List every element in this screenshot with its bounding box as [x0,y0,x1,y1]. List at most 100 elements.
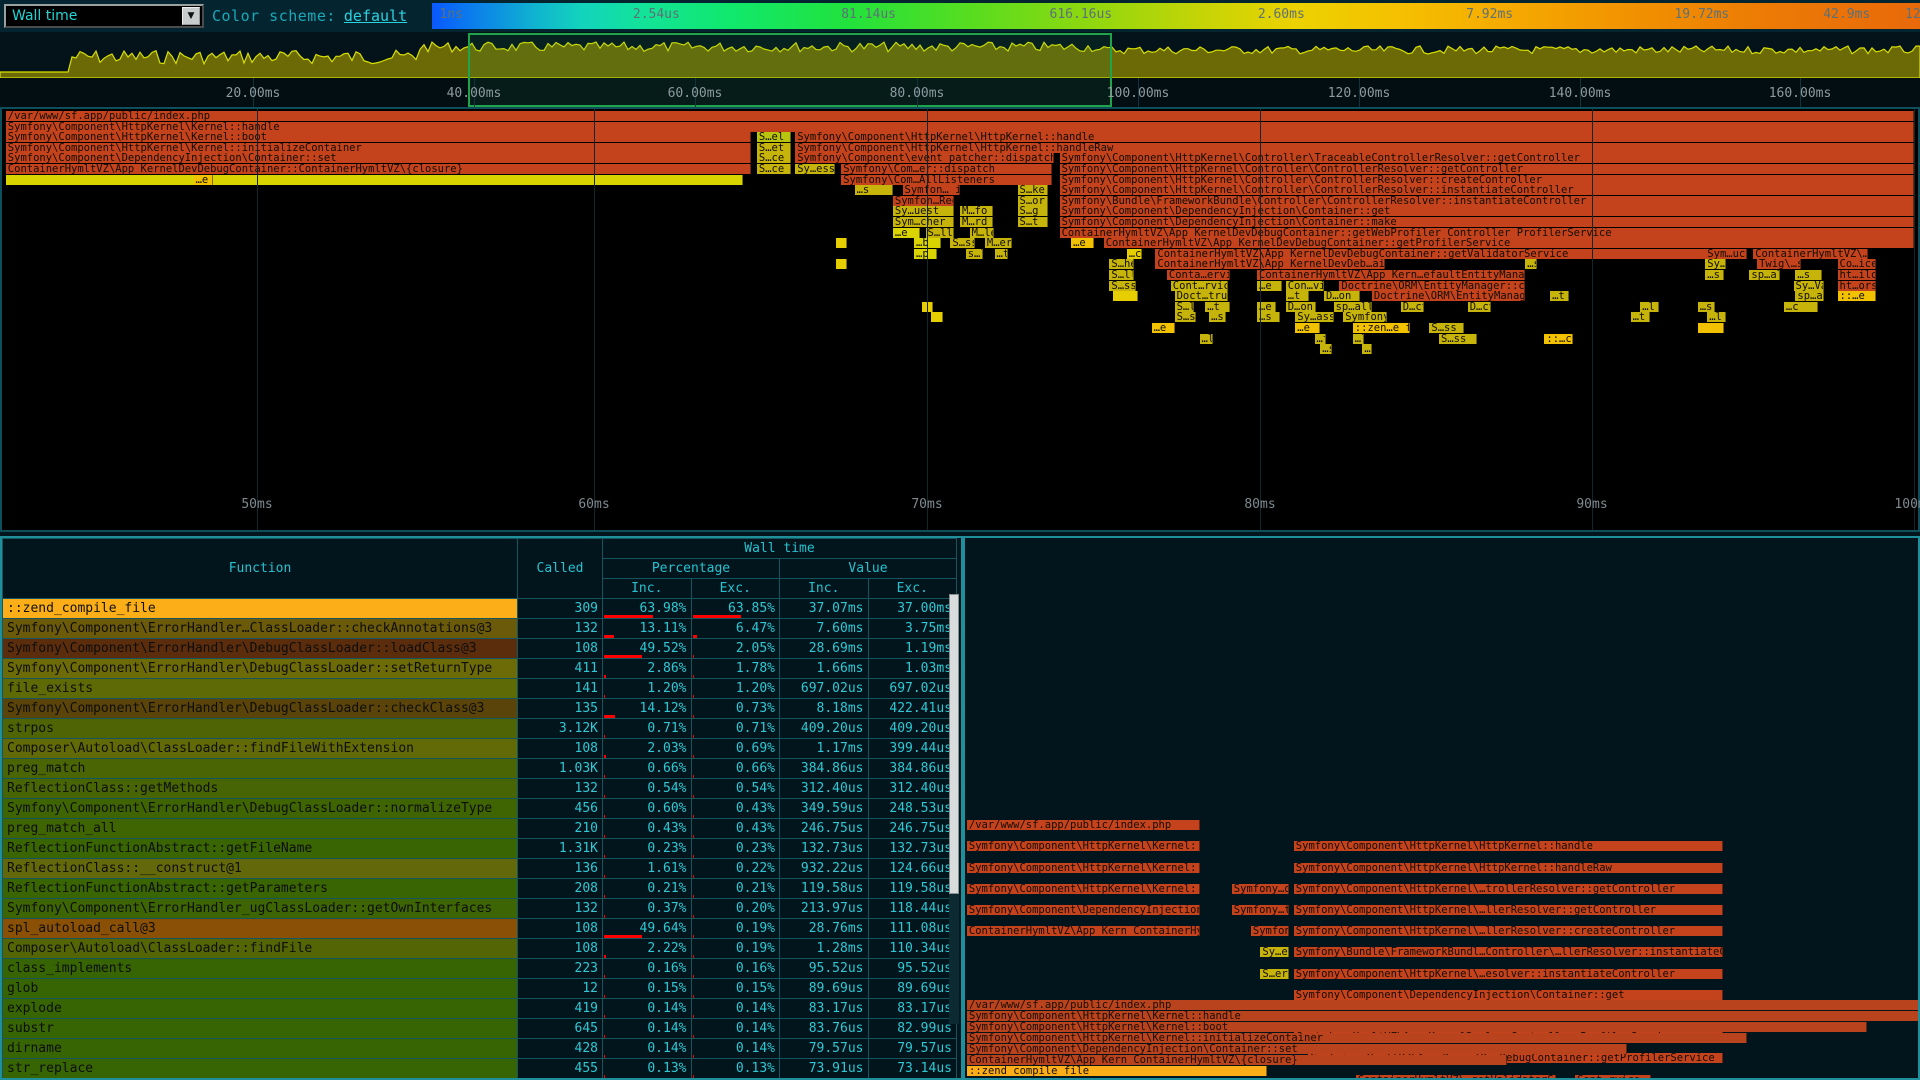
flame-frame[interactable]: …e [194,175,213,185]
th-percentage-inc[interactable]: Inc. [603,579,692,599]
flame-frame[interactable]: S…t [1018,217,1049,227]
flame-frame[interactable] [836,259,848,269]
flame-frame[interactable]: Con…vice [1286,281,1324,291]
selected-flame-frame[interactable]: Symfony\Component\HttpKernel\HttpKernel:… [1294,863,1723,873]
flame-frame[interactable]: Symfony\Bundle\FrameworkBundle\Controlle… [1060,196,1915,206]
table-row[interactable]: ReflectionClass::getMethods1320.54%0.54%… [3,779,957,799]
th-percentage-exc[interactable]: Exc. [691,579,780,599]
flame-frame[interactable]: D…ct [1401,302,1424,312]
table-row[interactable]: Symfony\Component\ErrorHandler\DebugClas… [3,639,957,659]
flame-frame[interactable]: sp…all [1795,291,1824,301]
flame-frame[interactable]: Sym…cher [893,217,954,227]
cell-function[interactable]: ReflectionClass::__construct@1 [3,859,518,879]
selected-flame-frame[interactable]: Symfony\Component\HttpKernel\…llerResolv… [1294,926,1723,936]
selected-flame-frame[interactable]: S…er [1260,969,1289,979]
flame-frame[interactable]: S…ll [1109,270,1134,280]
flame-frame[interactable]: ::…c [1544,334,1573,344]
flame-frame[interactable]: Sy…uest [893,206,954,216]
flame-frame[interactable]: S…g [1018,206,1049,216]
flame-frame[interactable]: S…ss [1109,281,1136,291]
table-row[interactable]: Composer\Autoload\ClassLoader::findFileW… [3,739,957,759]
flame-frame[interactable] [931,312,943,322]
flame-frame[interactable]: ht…ors [1838,281,1876,291]
selected-flame-frame[interactable]: ContainerHymltVZ\…getValidatorService [1356,1075,1556,1080]
table-row[interactable]: class_implements2230.16%0.16%95.52us95.5… [3,959,957,979]
flame-frame[interactable]: S…ss [1175,312,1196,322]
flame-frame[interactable]: Symfony\Component\HttpKernel\HttpKernel:… [795,132,1914,142]
flame-frame[interactable] [1698,323,1725,333]
cell-function[interactable]: file_exists [3,679,518,699]
selected-flame-frame[interactable]: ContainerHymltVZ\App_Kern_ContainerHymlt… [967,926,1201,936]
flame-frame[interactable]: Twig\…struct [1757,259,1801,269]
selected-flame-frame[interactable]: /var/www/sf.app/public/index.php [967,820,1201,830]
flame-frame[interactable]: Sy…et [1705,259,1726,269]
flame-frame[interactable]: M…er [985,238,1012,248]
flame-frame[interactable] [6,175,744,185]
function-table-panel[interactable]: Function Called Wall time Percentage Val… [0,536,963,1080]
cell-function[interactable]: Composer\Autoload\ClassLoader::findFile [3,939,518,959]
selected-flame-frame[interactable]: Sy…est [1260,947,1289,957]
table-row[interactable]: preg_match_all2100.43%0.43%246.75us246.7… [3,819,957,839]
flame-frame[interactable]: …e [1152,323,1175,333]
selected-flame-frame[interactable]: Symfony\Component\HttpKernel\HttpKernel:… [1294,841,1723,851]
table-row[interactable]: Symfony\Component\ErrorHandler\DebugClas… [3,659,957,679]
table-row[interactable]: strpos3.12K0.71%0.71%409.20us409.20us [3,719,957,739]
flame-frame[interactable]: …c [1784,302,1819,312]
flame-frame[interactable]: …s [1795,270,1822,280]
selected-stack-label[interactable]: /var/www/sf.app/public/index.php [967,1000,1920,1010]
flame-frame[interactable]: …s [1698,302,1715,312]
cell-function[interactable]: spl_autoload_call@3 [3,919,518,939]
flame-frame[interactable]: S…ss [1429,323,1464,333]
flame-frame[interactable]: …e [1071,238,1094,248]
flame-frame[interactable]: Doctrine\ORM\EntityManager::create [1339,281,1525,291]
flamegraph-frames[interactable]: /var/www/sf.app/public/index.phpSymfony\… [2,109,1918,449]
flame-frame[interactable]: Sy…ess [795,164,835,174]
cell-function[interactable]: ReflectionFunctionAbstract::getParameter… [3,879,518,899]
table-scrollbar-thumb[interactable] [949,594,959,894]
table-row[interactable]: spl_autoload_call@310849.64%0.19%28.76ms… [3,919,957,939]
flame-frame[interactable]: …s [1320,344,1332,354]
flame-frame[interactable]: ::…e [1838,291,1876,301]
flame-frame[interactable]: Symfony\Component\HttpKernel\Kernel::han… [6,122,1914,132]
table-row[interactable]: ReflectionFunctionAbstract::getParameter… [3,879,957,899]
flame-frame[interactable]: Symfony\Component\HttpKernel\Kernel::boo… [6,132,751,142]
flame-frame[interactable]: …l [1200,334,1213,344]
table-row[interactable]: ::zend_compile_file30963.98%63.85%37.07m… [3,599,957,619]
table-row[interactable]: Symfony\Component\ErrorHandler_ugClassLo… [3,899,957,919]
table-row[interactable]: glob120.15%0.15%89.69us89.69us [3,979,957,999]
flame-frame[interactable]: Symfony\Component\event_patcher::dispatc… [795,153,1054,163]
table-row[interactable]: str_replace4550.13%0.13%73.91us73.14us [3,1059,957,1079]
selected-flame-frame[interactable]: Symfony\Bundle\FrameworkBundl…Controller… [1294,947,1723,957]
chevron-down-icon[interactable]: ▼ [182,7,200,25]
cell-function[interactable]: strpos [3,719,518,739]
flame-frame[interactable]: sp…all [1749,270,1780,280]
flame-frame[interactable]: Symfony\Component\HttpKernel\HttpKernel:… [795,143,1914,153]
flame-frame[interactable]: …s [1209,312,1226,322]
metric-select[interactable]: Wall time ▼ [4,4,204,28]
flame-frame[interactable]: ContainerHymltVZ\App_KernelDevDebugConta… [1104,238,1915,248]
flame-frame[interactable]: Symfony\Component\DependencyInjection\Co… [6,153,751,163]
table-row[interactable]: Symfony\Component\ErrorHandler\DebugClas… [3,699,957,719]
flame-frame[interactable]: …cc [1127,249,1142,259]
selected-flame-frame[interactable]: Symfony\Component\HttpKernel\…llerResolv… [1294,905,1723,915]
flame-frame[interactable]: /var/www/sf.app/public/index.php [6,111,1914,121]
table-row[interactable]: substr6450.14%0.14%83.76us82.99us [3,1019,957,1039]
flame-frame[interactable]: ContainerHymltVZ\App_KernelDevDeb…ainers… [1155,259,1385,269]
flame-frame[interactable]: ContainerHymltVZ\App_KernelDevDebugConta… [1060,228,1915,238]
cell-function[interactable]: glob [3,979,518,999]
flame-frame[interactable]: Symfony\Component\HttpKernel\Controller\… [1060,185,1915,195]
th-function[interactable]: Function [3,539,518,599]
table-row[interactable]: ReflectionClass::__construct@11361.61%0.… [3,859,957,879]
flame-frame[interactable]: D…ct [1468,302,1491,312]
selected-function-flamegraph-panel[interactable]: /var/www/sf.app/public/index.phpSymfony\… [963,536,1920,1080]
table-row[interactable]: file_exists1411.20%1.20%697.02us697.02us [3,679,957,699]
selected-flame-frame[interactable]: Symfony\Component\HttpKernel\Kernel::ini… [967,884,1201,894]
flame-frame[interactable]: …t [1205,302,1230,312]
flame-frame[interactable]: Doctrine\ORM\EntityManager::__construct [1372,291,1525,301]
flame-frame[interactable]: …s [1525,259,1537,269]
cell-function[interactable]: ReflectionFunctionAbstract::getFileName [3,839,518,859]
flame-frame[interactable]: Sy…ass [1295,312,1333,322]
flame-frame[interactable]: …l [1707,312,1726,322]
color-scheme-link[interactable]: default [344,7,407,25]
selected-flame-frame[interactable]: Symfony\Component\DependencyInjection\Co… [1294,990,1723,1000]
